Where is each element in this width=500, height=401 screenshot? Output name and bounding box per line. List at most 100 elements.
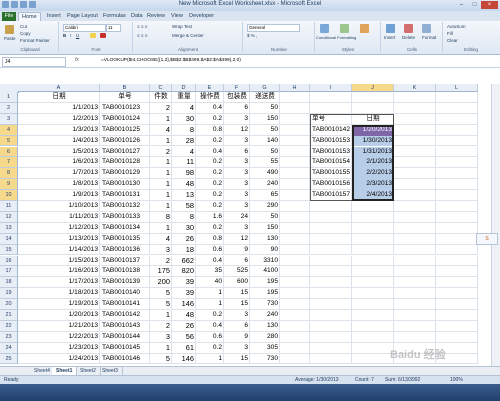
- font-name-select[interactable]: Calibri: [63, 24, 106, 32]
- grid-cell[interactable]: [310, 266, 352, 278]
- tab-view[interactable]: View: [168, 12, 186, 21]
- data-cell[interactable]: TAB0010144: [100, 332, 150, 343]
- data-cell[interactable]: 58: [172, 201, 196, 212]
- data-cell[interactable]: 3310: [250, 256, 280, 267]
- data-cell[interactable]: 1: [150, 190, 172, 201]
- data-cell[interactable]: TAB0010137: [100, 256, 150, 267]
- data-cell[interactable]: TAB0010145: [100, 343, 150, 354]
- row-header[interactable]: 3: [0, 113, 18, 125]
- grid-cell[interactable]: [436, 179, 478, 191]
- data-cell[interactable]: 140: [250, 136, 280, 147]
- data-cell[interactable]: 35: [196, 266, 224, 277]
- data-cell[interactable]: 0.8: [196, 234, 224, 245]
- data-cell[interactable]: 130: [250, 321, 280, 332]
- delete-button[interactable]: Delete: [402, 35, 415, 40]
- grid-cell[interactable]: [310, 353, 352, 365]
- row-header[interactable]: 4: [0, 124, 18, 136]
- grid-cell[interactable]: [352, 201, 394, 212]
- data-cell[interactable]: TAB0010127: [100, 147, 150, 158]
- row-header[interactable]: 15: [0, 244, 18, 256]
- grid-cell[interactable]: [280, 222, 310, 234]
- data-cell[interactable]: 730: [250, 299, 280, 310]
- grid-cell[interactable]: [310, 92, 352, 103]
- data-cell[interactable]: 4: [150, 234, 172, 245]
- grid-cell[interactable]: [394, 266, 436, 278]
- data-cell[interactable]: 1/16/2013: [18, 266, 100, 277]
- insert-cells-icon[interactable]: [386, 24, 395, 33]
- data-cell[interactable]: 0.2: [196, 168, 224, 179]
- grid-cell[interactable]: [394, 299, 436, 310]
- data-cell[interactable]: 1/1/2013: [18, 103, 100, 114]
- column-header[interactable]: G: [250, 84, 280, 92]
- data-cell[interactable]: 1.6: [196, 212, 224, 223]
- bold-button[interactable]: B: [63, 33, 66, 38]
- row-header[interactable]: 23: [0, 331, 18, 343]
- data-cell[interactable]: 305: [250, 343, 280, 354]
- cut-button[interactable]: Cut: [20, 24, 27, 29]
- data-cell[interactable]: 0.2: [196, 190, 224, 201]
- data-cell[interactable]: 15: [224, 299, 250, 310]
- grid-cell[interactable]: [352, 244, 394, 256]
- grid-cell[interactable]: [436, 288, 478, 300]
- align-left-icon[interactable]: ≡ ≡ ≡: [137, 33, 147, 38]
- row-header[interactable]: 13: [0, 222, 18, 234]
- fill-button[interactable]: Fill: [447, 31, 453, 36]
- grid-cell[interactable]: [436, 211, 478, 223]
- data-cell[interactable]: 11: [172, 157, 196, 168]
- data-cell[interactable]: 1/22/2013: [18, 332, 100, 343]
- grid-cell[interactable]: [436, 124, 478, 136]
- data-cell[interactable]: TAB0010140: [100, 288, 150, 299]
- vertical-scrollbar[interactable]: [491, 84, 500, 366]
- conditional-formatting-icon[interactable]: [320, 24, 329, 33]
- grid-cell[interactable]: [394, 222, 436, 234]
- data-cell[interactable]: 1/6/2013: [18, 157, 100, 168]
- data-cell[interactable]: 240: [250, 179, 280, 190]
- column-header[interactable]: C: [150, 84, 172, 92]
- data-cell[interactable]: 0.4: [196, 103, 224, 114]
- data-cell[interactable]: 0.2: [196, 310, 224, 321]
- data-cell[interactable]: 8: [172, 125, 196, 136]
- data-cell[interactable]: 1: [196, 288, 224, 299]
- data-cell[interactable]: 50: [250, 125, 280, 136]
- row-header[interactable]: 21: [0, 310, 18, 321]
- grid-cell[interactable]: [310, 102, 352, 114]
- data-cell[interactable]: 3: [224, 168, 250, 179]
- grid-cell[interactable]: [436, 222, 478, 234]
- side-float-icon[interactable]: S: [476, 233, 498, 245]
- data-cell[interactable]: 3: [224, 136, 250, 147]
- grid-cell[interactable]: [280, 331, 310, 343]
- conditional-formatting-button[interactable]: Conditional Formatting: [316, 35, 356, 40]
- data-cell[interactable]: 12: [224, 234, 250, 245]
- data-cell[interactable]: TAB0010142: [100, 310, 150, 321]
- number-format-select[interactable]: General: [247, 24, 300, 32]
- grid-cell[interactable]: [436, 113, 478, 125]
- data-cell[interactable]: 8: [172, 212, 196, 223]
- data-cell[interactable]: 1: [150, 157, 172, 168]
- data-cell[interactable]: 13: [172, 190, 196, 201]
- grid-cell[interactable]: [394, 146, 436, 158]
- grid-cell[interactable]: [394, 157, 436, 169]
- grid-cell[interactable]: [280, 135, 310, 147]
- data-cell[interactable]: 1/18/2013: [18, 288, 100, 299]
- data-cell[interactable]: 175: [150, 266, 172, 277]
- data-cell[interactable]: 1/8/2013: [18, 179, 100, 190]
- data-cell[interactable]: 28: [172, 136, 196, 147]
- grid-cell[interactable]: [436, 320, 478, 332]
- grid-cell[interactable]: [280, 342, 310, 354]
- data-cell[interactable]: 5: [150, 354, 172, 365]
- data-cell[interactable]: 730: [250, 354, 280, 365]
- data-cell[interactable]: 24: [224, 212, 250, 223]
- data-cell[interactable]: 3: [224, 343, 250, 354]
- grid-cell[interactable]: [394, 92, 436, 103]
- row-header[interactable]: 18: [0, 277, 18, 289]
- data-cell[interactable]: 2: [150, 256, 172, 267]
- data-cell[interactable]: 0.4: [196, 256, 224, 267]
- grid-cell[interactable]: [352, 342, 394, 354]
- data-cell[interactable]: 1/13/2013: [18, 234, 100, 245]
- grid-cell[interactable]: [436, 277, 478, 289]
- data-cell[interactable]: 1: [150, 310, 172, 321]
- merge-center-button[interactable]: Merge & Center: [172, 33, 204, 38]
- data-cell[interactable]: 61: [172, 343, 196, 354]
- grid-cell[interactable]: [310, 211, 352, 223]
- grid-cell[interactable]: [352, 299, 394, 310]
